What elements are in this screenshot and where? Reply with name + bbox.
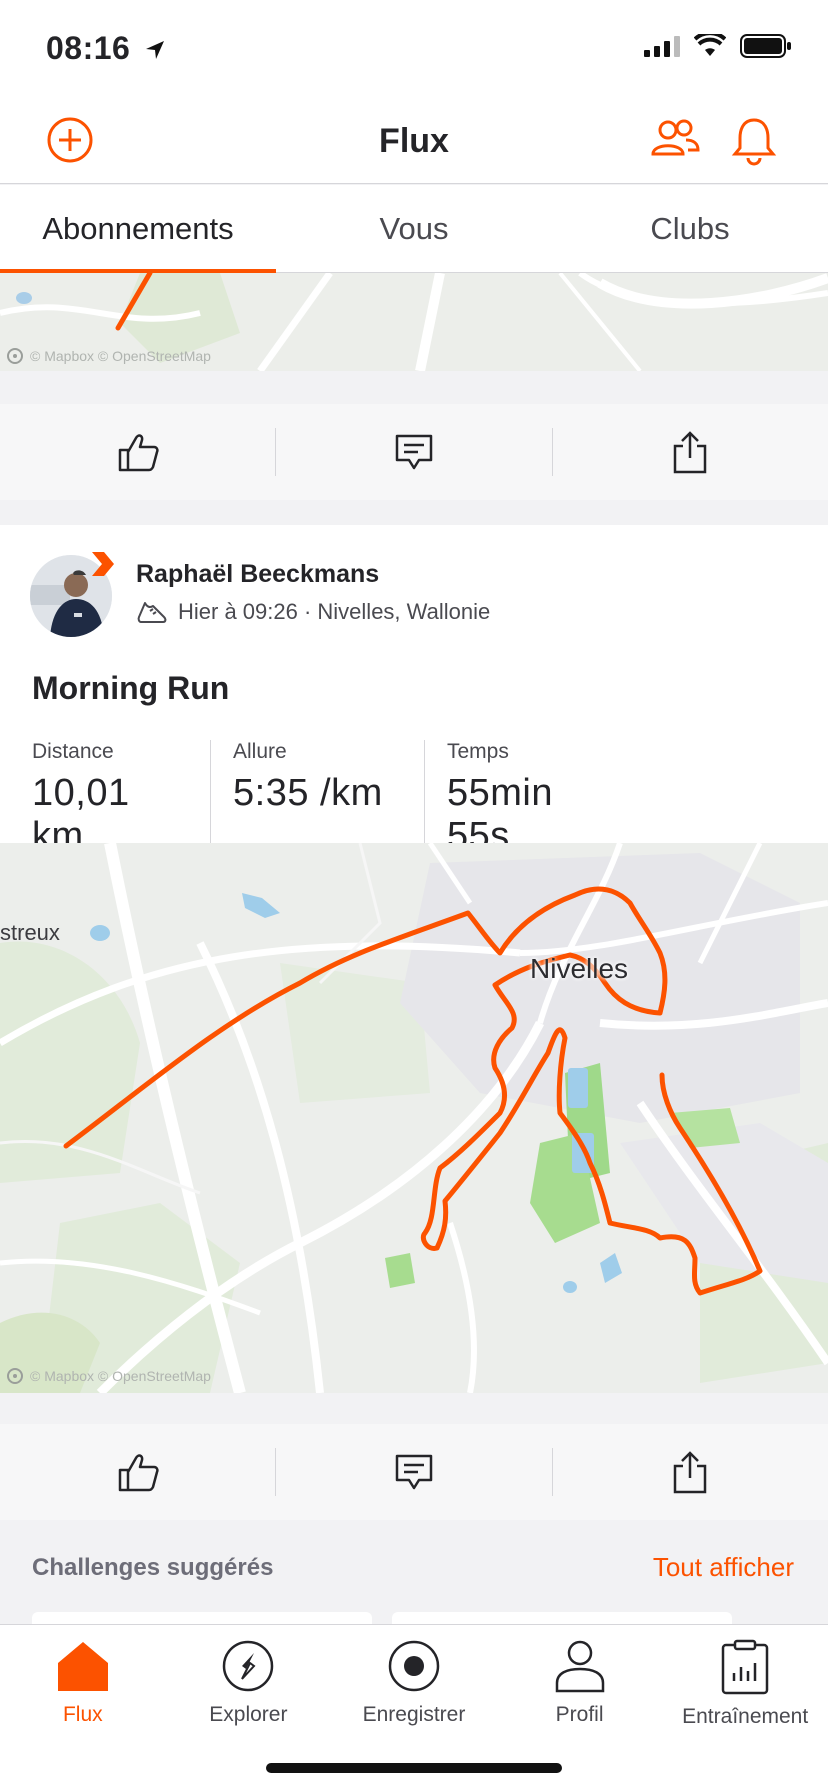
map-label-city: Nivelles [530,953,629,984]
tab-abonnements[interactable]: Abonnements [0,185,276,273]
comment-icon [395,1454,433,1490]
nav-label: Profil [555,1703,604,1726]
nav-label: Flux [62,1703,103,1726]
app-header: Flux [0,100,828,184]
kudos-button[interactable] [0,428,275,476]
activity-meta: Hier à 09:26 · Nivelles, Wallonie [136,599,490,625]
stat-label: Allure [233,740,287,763]
activity-stats: Distance 10,01 km Allure 5:35 /km Temps … [32,740,644,858]
status-time-text: 08:16 [46,30,131,66]
record-icon [388,1640,440,1692]
challenge-card-peek[interactable] [32,1612,372,1624]
mapbox-logo-icon [7,1368,23,1384]
nav-label: Explorer [209,1703,288,1726]
bottom-nav: Flux Explorer Enregistrer Profil Entraîn… [0,1624,828,1792]
stat-label: Temps [447,740,509,763]
share-icon [674,1451,707,1494]
activity-actions [0,1424,828,1520]
thumbs-up-icon [118,434,159,472]
map-attribution-text: © Mapbox © OpenStreetMap [30,348,211,364]
share-button[interactable] [551,1448,828,1496]
map-attribution: © Mapbox © OpenStreetMap [6,1367,211,1385]
activity-card[interactable]: Raphaël Beeckmans Hier à 09:26 · Nivelle… [0,525,828,858]
status-bar: 08:16 [0,0,828,100]
compass-icon [223,1640,274,1692]
comment-icon [395,434,433,470]
previous-activity-map[interactable]: © Mapbox © OpenStreetMap [0,273,828,371]
thumbs-up-icon [118,1454,159,1492]
challenges-title: Challenges suggérés [32,1554,274,1581]
nav-label: Enregistrer [362,1703,466,1726]
home-icon [57,1642,108,1691]
stat-time: Temps 55min 55s [424,740,644,858]
battery-icon [740,34,791,58]
map-attribution-text: © Mapbox © OpenStreetMap [30,1368,211,1384]
comment-button[interactable] [275,428,551,476]
activity-meta-text: Hier à 09:26 · Nivelles, Wallonie [178,599,491,624]
share-button[interactable] [551,428,828,476]
running-shoe-icon [137,602,167,623]
stat-distance: Distance 10,01 km [32,740,210,858]
training-icon [721,1639,769,1695]
status-icons [644,34,792,58]
share-icon [674,431,707,474]
see-all-link[interactable]: Tout afficher [653,1552,794,1583]
stat-pace: Allure 5:35 /km [210,740,424,858]
kudos-button[interactable] [0,1448,275,1496]
subscriber-badge-icon [92,552,114,576]
nav-enregistrer[interactable]: Enregistrer [331,1625,497,1735]
location-arrow-icon [145,41,164,59]
mapbox-logo-icon [7,348,23,364]
athlete-name[interactable]: Raphaël Beeckmans [136,560,379,589]
tab-vous[interactable]: Vous [276,185,552,272]
feed-tabs: Abonnements Vous Clubs [0,185,828,273]
stat-value: 5:35 /km [233,772,383,814]
map-tiles [0,843,828,1393]
map-label-partial-town: streux [0,920,60,945]
activity-map[interactable]: streux Nivelles © Mapbox © OpenStreetMap [0,843,828,1393]
nav-label: Entraînement [682,1705,809,1728]
page-title: Flux [379,122,449,160]
wifi-icon [694,34,726,56]
profile-icon [555,1640,604,1693]
challenge-card-peek[interactable] [392,1612,732,1624]
previous-activity-actions [0,404,828,500]
status-time: 08:16 [46,30,166,67]
map-attribution: © Mapbox © OpenStreetMap [6,347,211,365]
suggested-challenges: Challenges suggérés Tout afficher [0,1520,828,1624]
signal-icon [644,36,680,57]
comment-button[interactable] [275,1448,551,1496]
home-indicator [266,1763,562,1773]
friends-icon[interactable] [650,116,700,164]
bell-icon[interactable] [730,116,778,166]
nav-flux[interactable]: Flux [0,1625,166,1735]
nav-entrainement[interactable]: Entraînement [662,1625,828,1735]
stat-label: Distance [32,740,114,763]
activity-title[interactable]: Morning Run [32,670,229,707]
nav-profil[interactable]: Profil [497,1625,663,1735]
nav-explorer[interactable]: Explorer [166,1625,332,1735]
tab-clubs[interactable]: Clubs [552,185,828,272]
